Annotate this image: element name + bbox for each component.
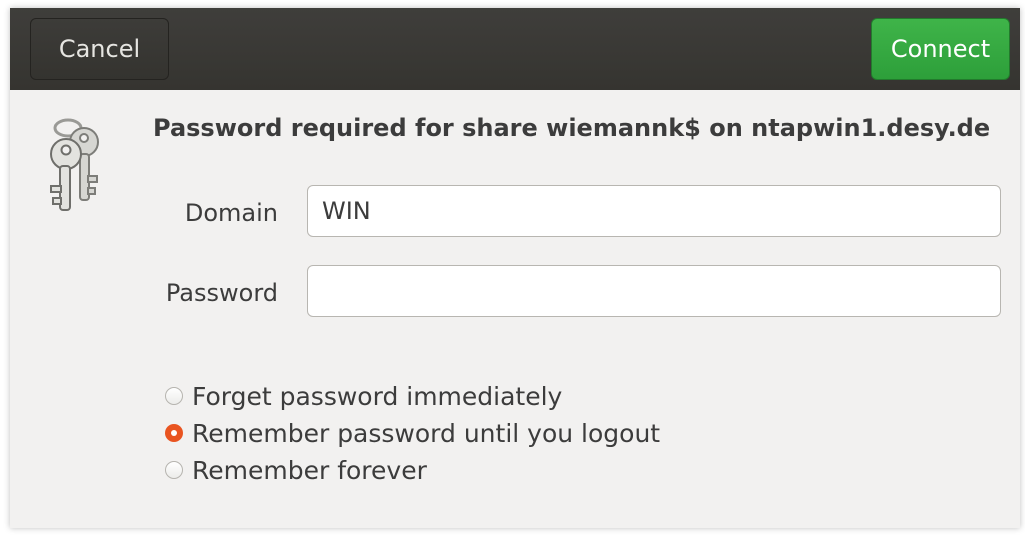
radio-button[interactable] bbox=[165, 424, 183, 442]
radio-label: Remember forever bbox=[192, 455, 427, 485]
keys-icon bbox=[50, 118, 99, 211]
radio-button[interactable] bbox=[165, 461, 183, 479]
domain-field[interactable] bbox=[307, 185, 1001, 237]
radio-remember-forever[interactable]: Remember forever bbox=[165, 453, 427, 487]
domain-label: Domain bbox=[184, 199, 278, 227]
password-dialog: Cancel Connect Password required for sha… bbox=[10, 8, 1020, 528]
radio-forget-immediately[interactable]: Forget password immediately bbox=[165, 379, 562, 413]
radio-label: Forget password immediately bbox=[192, 381, 563, 411]
dialog-headerbar: Cancel Connect bbox=[10, 8, 1020, 90]
connect-button[interactable]: Connect bbox=[871, 18, 1010, 80]
radio-remember-until-logout[interactable]: Remember password until you logout bbox=[165, 416, 660, 450]
dialog-title: Password required for share wiemannk$ on… bbox=[153, 114, 991, 142]
password-field[interactable] bbox=[307, 265, 1001, 317]
radio-button[interactable] bbox=[165, 387, 183, 405]
password-label: Password bbox=[165, 279, 278, 307]
cancel-button[interactable]: Cancel bbox=[30, 18, 169, 80]
radio-label: Remember password until you logout bbox=[192, 418, 661, 448]
